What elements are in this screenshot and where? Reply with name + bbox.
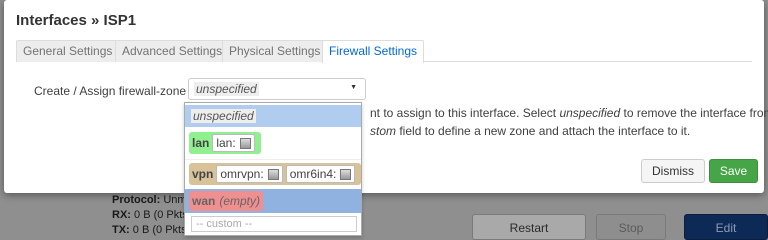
dropdown-option-wan[interactable]: wan (empty) bbox=[185, 189, 361, 213]
modal-title: Interfaces » ISP1 bbox=[16, 12, 137, 29]
protocol-label: Protocol: bbox=[112, 194, 161, 206]
tab-physical-settings[interactable]: Physical Settings bbox=[222, 40, 328, 62]
restart-button[interactable]: Restart bbox=[472, 214, 586, 240]
custom-zone-input[interactable]: -- custom -- bbox=[191, 216, 357, 232]
edit-button[interactable]: Edit bbox=[684, 214, 768, 240]
tab-firewall-settings[interactable]: Firewall Settings bbox=[322, 40, 425, 63]
zone-badge-vpn: vpn omrvpn: omr6in4: bbox=[189, 163, 362, 185]
interface-chip-omrvpn: omrvpn: bbox=[216, 165, 283, 183]
zone-badge-lan: lan lan: bbox=[189, 132, 261, 154]
tab-general-settings[interactable]: General Settings bbox=[16, 40, 120, 62]
dropdown-option-vpn[interactable]: vpn omrvpn: omr6in4: bbox=[185, 159, 362, 187]
tab-bar: General Settings Advanced Settings Physi… bbox=[16, 40, 752, 63]
zone-name-wan: wan bbox=[192, 194, 216, 208]
firewall-zone-label: Create / Assign firewall-zone bbox=[34, 84, 187, 98]
stop-button[interactable]: Stop bbox=[596, 214, 666, 240]
zone-name-vpn: vpn bbox=[192, 167, 214, 181]
zone-empty-label: (empty) bbox=[219, 194, 261, 208]
save-button[interactable]: Save bbox=[709, 159, 758, 183]
option-unspecified-label: unspecified bbox=[191, 109, 256, 123]
zone-name-lan: lan bbox=[192, 136, 210, 150]
tunnel-icon bbox=[340, 168, 352, 180]
interface-chip-omr6in4: omr6in4: bbox=[285, 165, 356, 183]
tab-advanced-settings[interactable]: Advanced Settings bbox=[115, 40, 230, 62]
selected-zone-value: unspecified bbox=[194, 82, 259, 96]
dropdown-option-unspecified[interactable]: unspecified bbox=[185, 105, 361, 127]
tx-label: TX: bbox=[112, 224, 130, 236]
dropdown-option-lan[interactable]: lan lan: bbox=[185, 129, 361, 157]
network-icon bbox=[239, 137, 251, 149]
dismiss-button[interactable]: Dismiss bbox=[641, 159, 705, 183]
chevron-down-icon: ▼ bbox=[350, 84, 357, 91]
dropdown-option-custom[interactable]: -- custom -- bbox=[185, 215, 361, 233]
interface-modal: Interfaces » ISP1 General Settings Advan… bbox=[4, 0, 768, 193]
interface-chip-lan: lan: bbox=[212, 134, 255, 152]
help-text-line1: nt to assign to this interface. Select u… bbox=[370, 106, 768, 120]
rx-label: RX: bbox=[112, 209, 131, 221]
zone-dropdown-list: unspecified lan lan: vpn omrvpn: omr6in4… bbox=[184, 102, 362, 236]
tx-value: 0 B (0 Pkts bbox=[132, 224, 187, 236]
network-icon bbox=[267, 168, 279, 180]
rx-value: 0 B (0 Pkts bbox=[134, 209, 188, 221]
zone-badge-wan: wan (empty) bbox=[189, 191, 264, 211]
interface-status: Protocol: Unm RX: 0 B (0 Pkts TX: 0 B (0… bbox=[112, 193, 188, 238]
help-text-line2: stom field to define a new zone and atta… bbox=[370, 124, 691, 138]
firewall-zone-select[interactable]: unspecified ▼ bbox=[188, 78, 366, 100]
